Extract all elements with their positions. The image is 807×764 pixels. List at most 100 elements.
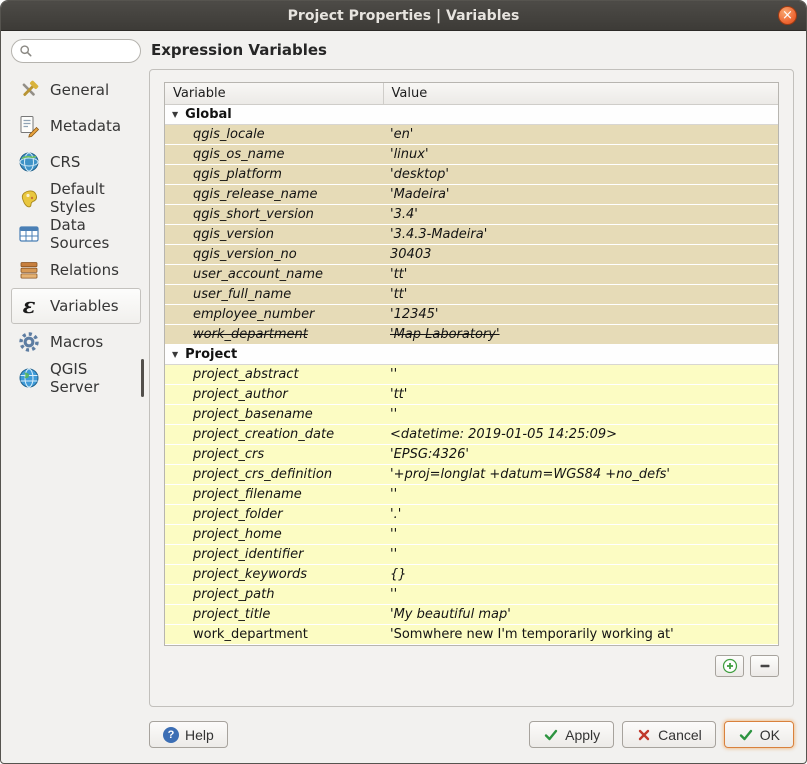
close-button[interactable]: × <box>778 6 797 25</box>
variable-row-qgis_short_version[interactable]: qgis_short_version'3.4' <box>165 204 778 224</box>
variable-name-cell[interactable]: project_creation_date <box>165 424 383 444</box>
variable-row-project_basename[interactable]: project_basename'' <box>165 404 778 424</box>
variable-name-cell[interactable]: user_account_name <box>165 264 383 284</box>
variable-value-cell[interactable]: 'en' <box>383 124 778 144</box>
variable-row-project_creation_date[interactable]: project_creation_date<datetime: 2019-01-… <box>165 424 778 444</box>
variable-name-cell[interactable]: project_path <box>165 584 383 604</box>
variable-value-cell[interactable]: 30403 <box>383 244 778 264</box>
variable-name-cell[interactable]: work_department <box>165 324 383 344</box>
variable-name-cell[interactable]: qgis_platform <box>165 164 383 184</box>
sidebar-item-general[interactable]: General <box>11 72 141 108</box>
variable-value-cell[interactable]: '' <box>383 404 778 424</box>
variable-name-cell[interactable]: project_folder <box>165 504 383 524</box>
variable-value-cell[interactable]: '3.4' <box>383 204 778 224</box>
group-row-global[interactable]: ▼Global <box>165 104 778 124</box>
collapse-expander-icon[interactable]: ▼ <box>172 110 178 119</box>
add-variable-button[interactable] <box>715 655 744 677</box>
variable-name-cell[interactable]: project_crs_definition <box>165 464 383 484</box>
variable-name-cell[interactable]: project_identifier <box>165 544 383 564</box>
variable-row-project_folder[interactable]: project_folder'.' <box>165 504 778 524</box>
variable-row-project_keywords[interactable]: project_keywords{} <box>165 564 778 584</box>
titlebar[interactable]: Project Properties | Variables × <box>1 1 806 31</box>
help-button[interactable]: ? Help <box>149 721 228 748</box>
variable-value-cell[interactable]: 'Somwhere new I'm temporarily working at… <box>383 624 778 644</box>
sidebar-search[interactable] <box>11 39 141 63</box>
column-header-variable[interactable]: Variable <box>165 83 383 104</box>
variable-name-cell[interactable]: project_title <box>165 604 383 624</box>
variable-row-project_filename[interactable]: project_filename'' <box>165 484 778 504</box>
variable-row-project_home[interactable]: project_home'' <box>165 524 778 544</box>
variable-name-cell[interactable]: project_home <box>165 524 383 544</box>
variable-name-cell[interactable]: project_keywords <box>165 564 383 584</box>
variable-value-cell[interactable]: 'Madeira' <box>383 184 778 204</box>
variable-value-cell[interactable]: 'tt' <box>383 264 778 284</box>
variable-row-qgis_version[interactable]: qgis_version'3.4.3-Madeira' <box>165 224 778 244</box>
variable-value-cell[interactable]: '+proj=longlat +datum=WGS84 +no_defs' <box>383 464 778 484</box>
sidebar-item-relations[interactable]: Relations <box>11 252 141 288</box>
search-input[interactable] <box>37 44 133 58</box>
variable-name-cell[interactable]: employee_number <box>165 304 383 324</box>
variable-value-cell[interactable]: '.' <box>383 504 778 524</box>
variable-value-cell[interactable]: 'linux' <box>383 144 778 164</box>
variable-name-cell[interactable]: user_full_name <box>165 284 383 304</box>
variable-value-cell[interactable]: 'EPSG:4326' <box>383 444 778 464</box>
variable-row-qgis_os_name[interactable]: qgis_os_name'linux' <box>165 144 778 164</box>
variable-row-project_abstract[interactable]: project_abstract'' <box>165 364 778 384</box>
cancel-button[interactable]: Cancel <box>622 721 716 748</box>
variable-row-qgis_locale[interactable]: qgis_locale'en' <box>165 124 778 144</box>
variable-value-cell[interactable]: '' <box>383 544 778 564</box>
variable-value-cell[interactable]: '' <box>383 584 778 604</box>
variable-row-project_crs[interactable]: project_crs'EPSG:4326' <box>165 444 778 464</box>
variable-value-cell[interactable]: 'desktop' <box>383 164 778 184</box>
collapse-expander-icon[interactable]: ▼ <box>172 350 178 359</box>
variable-row-work_department[interactable]: work_department'Somwhere new I'm tempora… <box>165 624 778 644</box>
variable-row-employee_number[interactable]: employee_number'12345' <box>165 304 778 324</box>
sidebar-item-data-sources[interactable]: Data Sources <box>11 216 141 252</box>
variable-name-cell[interactable]: qgis_locale <box>165 124 383 144</box>
variable-name-cell[interactable]: qgis_version_no <box>165 244 383 264</box>
variable-row-project_path[interactable]: project_path'' <box>165 584 778 604</box>
column-header-value[interactable]: Value <box>383 83 778 104</box>
variable-row-project_title[interactable]: project_title'My beautiful map' <box>165 604 778 624</box>
group-row-project[interactable]: ▼Project <box>165 344 778 364</box>
variable-name-cell[interactable]: qgis_os_name <box>165 144 383 164</box>
apply-button[interactable]: Apply <box>529 721 614 748</box>
variable-name-cell[interactable]: project_filename <box>165 484 383 504</box>
variable-value-cell[interactable]: '12345' <box>383 304 778 324</box>
variable-value-cell[interactable]: 'tt' <box>383 284 778 304</box>
variable-name-cell[interactable]: qgis_short_version <box>165 204 383 224</box>
variable-row-qgis_release_name[interactable]: qgis_release_name'Madeira' <box>165 184 778 204</box>
sidebar-item-crs[interactable]: CRS <box>11 144 141 180</box>
variable-value-cell[interactable]: 'Map Laboratory' <box>383 324 778 344</box>
variable-value-cell[interactable]: 'tt' <box>383 384 778 404</box>
sidebar-item-qgis-server[interactable]: QGIS Server <box>11 360 141 396</box>
variable-name-cell[interactable]: project_basename <box>165 404 383 424</box>
variable-value-cell[interactable]: '3.4.3-Madeira' <box>383 224 778 244</box>
variable-row-qgis_version_no[interactable]: qgis_version_no30403 <box>165 244 778 264</box>
variable-value-cell[interactable]: '' <box>383 364 778 384</box>
sidebar-item-default-styles[interactable]: Default Styles <box>11 180 141 216</box>
variable-name-cell[interactable]: work_department <box>165 624 383 644</box>
sidebar-scrollbar[interactable] <box>141 359 144 397</box>
variable-row-project_identifier[interactable]: project_identifier'' <box>165 544 778 564</box>
variable-row-project_author[interactable]: project_author'tt' <box>165 384 778 404</box>
sidebar-item-variables[interactable]: ε Variables <box>11 288 141 324</box>
variable-value-cell[interactable]: '' <box>383 524 778 544</box>
variable-row-user_account_name[interactable]: user_account_name'tt' <box>165 264 778 284</box>
ok-button[interactable]: OK <box>724 721 794 748</box>
variable-row-work_department[interactable]: work_department'Map Laboratory' <box>165 324 778 344</box>
variable-row-project_crs_definition[interactable]: project_crs_definition'+proj=longlat +da… <box>165 464 778 484</box>
variable-name-cell[interactable]: project_abstract <box>165 364 383 384</box>
sidebar-item-metadata[interactable]: Metadata <box>11 108 141 144</box>
variable-name-cell[interactable]: qgis_release_name <box>165 184 383 204</box>
sidebar-item-macros[interactable]: Macros <box>11 324 141 360</box>
variable-name-cell[interactable]: qgis_version <box>165 224 383 244</box>
variable-value-cell[interactable]: {} <box>383 564 778 584</box>
variable-row-user_full_name[interactable]: user_full_name'tt' <box>165 284 778 304</box>
variable-value-cell[interactable]: 'My beautiful map' <box>383 604 778 624</box>
remove-variable-button[interactable] <box>750 655 779 677</box>
variable-name-cell[interactable]: project_crs <box>165 444 383 464</box>
variable-row-qgis_platform[interactable]: qgis_platform'desktop' <box>165 164 778 184</box>
variable-value-cell[interactable]: <datetime: 2019-01-05 14:25:09> <box>383 424 778 444</box>
variable-name-cell[interactable]: project_author <box>165 384 383 404</box>
